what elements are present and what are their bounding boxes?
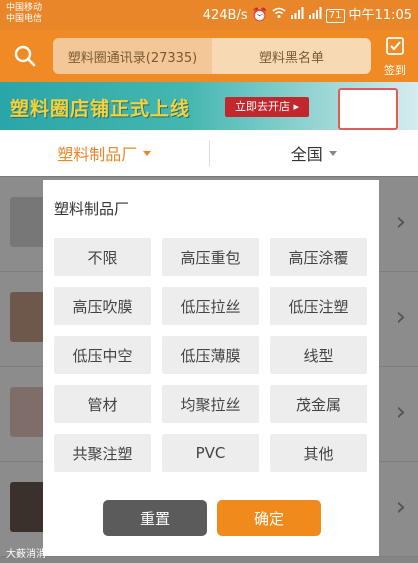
phone-illustration-icon	[338, 88, 398, 130]
filter-category-label: 塑料制品厂	[57, 145, 138, 164]
option-chip[interactable]: 线型	[270, 336, 367, 374]
category-dialog: 塑料制品厂 不限 高压重包 高压涂覆 高压吹膜 低压拉丝 低压注塑 低压中空 低…	[43, 180, 379, 556]
signal-icon-2	[308, 7, 322, 24]
filter-region-label: 全国	[290, 145, 323, 164]
reset-button[interactable]: 重置	[103, 500, 207, 536]
alarm-icon: ⏰	[251, 7, 268, 23]
app-header: 塑料圈通讯录(27335) 塑料黑名单 签到	[0, 30, 418, 82]
battery-icon: 71	[325, 8, 345, 23]
tab-contacts-label: 塑料圈通讯录(27335)	[67, 50, 198, 66]
checkbox-icon	[386, 37, 404, 55]
dialog-title: 塑料制品厂	[54, 200, 130, 218]
confirm-button[interactable]: 确定	[217, 500, 321, 536]
option-chip[interactable]: 低压拉丝	[162, 287, 259, 325]
signin-button[interactable]: 签到	[380, 36, 410, 77]
carrier-2: 中国电信	[6, 14, 43, 24]
option-chip[interactable]: 共聚注塑	[54, 434, 151, 472]
clock: 中午11:05	[348, 7, 412, 23]
search-icon[interactable]	[14, 45, 36, 67]
option-chip[interactable]: 低压薄膜	[162, 336, 259, 374]
option-chip[interactable]: PVC	[162, 434, 259, 472]
network-speed: 424B/s	[202, 7, 248, 23]
filter-category[interactable]: 塑料制品厂	[0, 130, 209, 176]
carrier-info: 中国移动 中国电信	[6, 3, 42, 25]
banner-open-shop-button[interactable]: 立即去开店 ▸	[225, 97, 310, 117]
option-chip[interactable]: 低压注塑	[270, 287, 367, 325]
signin-label: 签到	[384, 64, 406, 77]
option-chip[interactable]: 高压吹膜	[54, 287, 151, 325]
filter-bar: 塑料制品厂 全国	[0, 130, 418, 177]
banner-title: 塑料圈店铺正式上线	[10, 98, 191, 120]
option-chip[interactable]: 高压重包	[162, 238, 259, 276]
option-chip[interactable]: 不限	[54, 238, 151, 276]
status-right: 424B/s ⏰ 71 中午11:05	[203, 7, 412, 24]
carrier-1: 中国移动	[6, 3, 43, 13]
caret-down-icon	[328, 150, 337, 156]
promo-banner[interactable]: 塑料圈店铺正式上线 立即去开店 ▸	[0, 82, 418, 130]
search-tabs: 塑料圈通讯录(27335) 塑料黑名单	[53, 38, 371, 74]
tab-blacklist[interactable]: 塑料黑名单	[212, 38, 371, 74]
option-chip[interactable]: 其他	[270, 434, 367, 472]
tab-blacklist-label: 塑料黑名单	[258, 50, 324, 66]
watermark: 大薮消消	[6, 549, 46, 560]
option-chip[interactable]: 茂金属	[270, 385, 367, 423]
tab-contacts[interactable]: 塑料圈通讯录(27335)	[53, 38, 212, 74]
option-grid: 不限 高压重包 高压涂覆 高压吹膜 低压拉丝 低压注塑 低压中空 低压薄膜 线型…	[54, 238, 368, 472]
caret-down-icon	[143, 150, 152, 156]
wifi-icon	[272, 7, 286, 24]
status-bar: 中国移动 中国电信 424B/s ⏰ 71 中午11:05	[0, 0, 418, 30]
option-chip[interactable]: 管材	[54, 385, 151, 423]
option-chip[interactable]: 均聚拉丝	[162, 385, 259, 423]
option-chip[interactable]: 高压涂覆	[270, 238, 367, 276]
option-chip[interactable]: 低压中空	[54, 336, 151, 374]
signal-icon	[290, 7, 304, 24]
filter-region[interactable]: 全国	[210, 130, 418, 176]
